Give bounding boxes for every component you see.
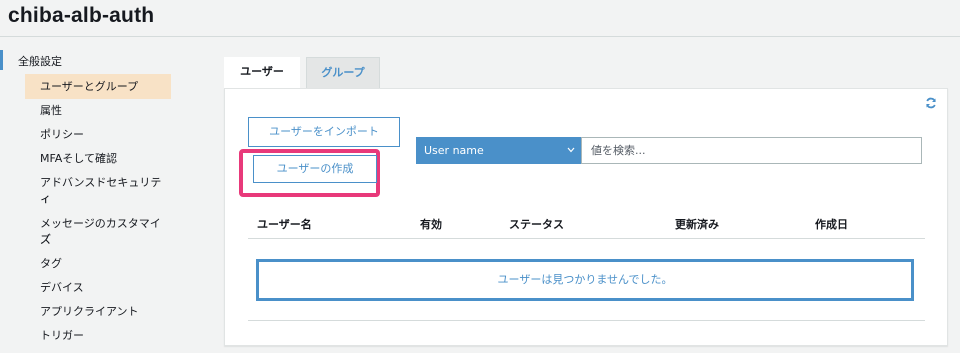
search-attribute-value: User name [424, 144, 484, 157]
column-header-username[interactable]: ユーザー名 [257, 216, 312, 232]
create-user-button[interactable]: ユーザーの作成 [253, 155, 377, 183]
sidebar-section-marker [0, 50, 3, 70]
chevron-down-icon [567, 147, 575, 153]
users-panel: ユーザーをインポート ユーザーの作成 User name ユーザー名 有効 ステ… [224, 88, 948, 346]
import-users-button[interactable]: ユーザーをインポート [248, 117, 400, 147]
sidebar-item-devices[interactable]: デバイス [25, 280, 171, 296]
sidebar-item-users-groups[interactable]: ユーザーとグループ [25, 74, 171, 99]
column-header-created[interactable]: 作成日 [815, 216, 848, 232]
table-header-divider [248, 238, 925, 239]
search-attribute-select[interactable]: User name [416, 137, 582, 164]
sidebar-item-triggers[interactable]: トリガー [25, 328, 171, 344]
sidebar-section-label: 全般設定 [18, 55, 62, 68]
sidebar-item-policies[interactable]: ポリシー [25, 127, 171, 143]
refresh-icon[interactable] [925, 97, 937, 109]
tab-users[interactable]: ユーザー [224, 57, 300, 89]
column-header-updated[interactable]: 更新済み [675, 216, 719, 232]
sidebar-item-app-clients[interactable]: アプリクライアント [25, 304, 171, 320]
column-header-enabled[interactable]: 有効 [420, 216, 442, 232]
page-title: chiba-alb-auth [8, 4, 155, 27]
sidebar-item-message-customization-wrap[interactable]: ズ [25, 232, 171, 248]
header-divider [0, 36, 960, 37]
sidebar-item-tags[interactable]: タグ [25, 256, 171, 272]
empty-state-message: ユーザーは見つかりませんでした。 [256, 259, 914, 301]
column-header-status[interactable]: ステータス [509, 216, 564, 232]
search-input[interactable] [581, 137, 922, 164]
sidebar-item-attributes[interactable]: 属性 [25, 103, 171, 119]
sidebar-item-advanced-security-wrap[interactable]: ィ [25, 191, 171, 207]
table-footer-divider [248, 320, 925, 321]
sidebar-item-mfa[interactable]: MFAそして確認 [25, 151, 171, 167]
tab-groups[interactable]: グループ [306, 57, 380, 89]
page: chiba-alb-auth 全般設定 ユーザーとグループ 属性 ポリシー MF… [0, 0, 960, 353]
